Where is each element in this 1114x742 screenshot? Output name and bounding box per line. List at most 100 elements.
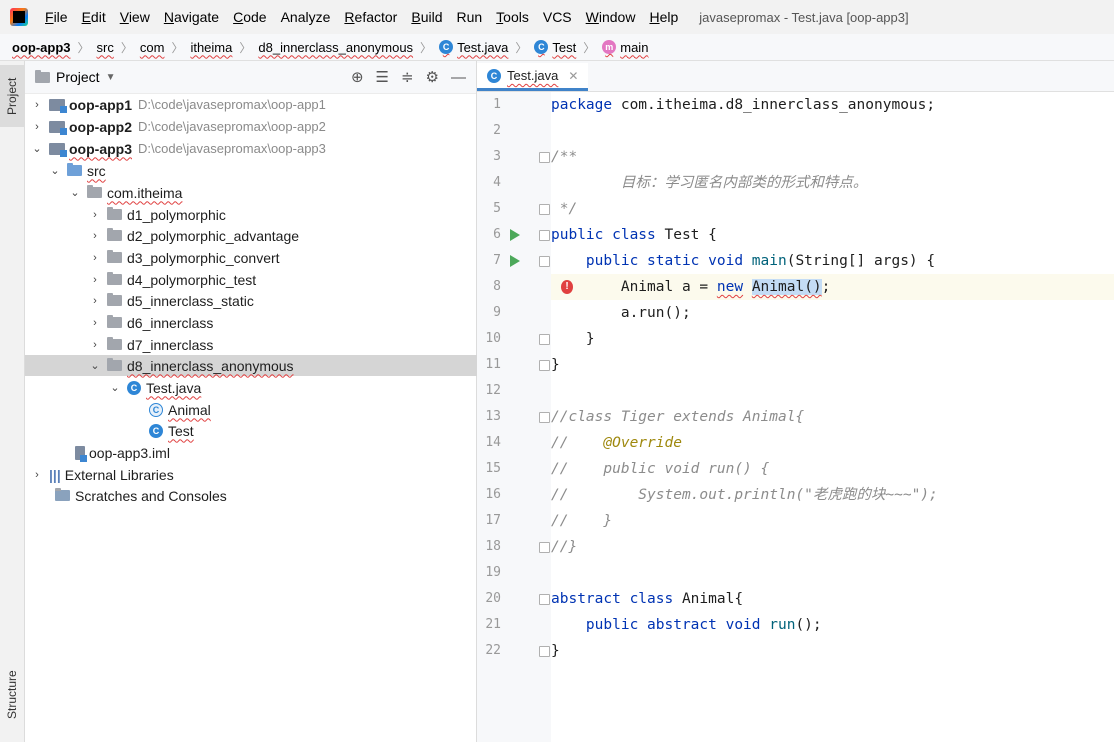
navigation-bar: oop-app3 〉 src 〉 com 〉 itheima 〉 d8_inne… [0,34,1114,61]
minimize-icon[interactable]: — [451,69,466,86]
tree-item-scratches[interactable]: Scratches and Consoles [25,485,500,506]
tree-item-d1[interactable]: › d1_polymorphic [25,204,540,225]
line-number: 15 [485,461,501,476]
tree-item-d8[interactable]: ⌄ d8_innerclass_anonymous [25,355,540,376]
fold-icon[interactable] [539,594,550,605]
chevron-right-icon[interactable]: › [89,230,101,242]
fold-icon[interactable] [539,230,550,241]
tree-item-d6[interactable]: › d6_innerclass [25,312,540,333]
tree-label: d8_innerclass_anonymous [127,357,294,374]
tree-item-d7[interactable]: › d7_innerclass [25,334,540,355]
tree-item-com-itheima[interactable]: ⌄ com.itheima [25,182,520,203]
chevron-down-icon[interactable]: ⌄ [109,381,121,394]
tree-label: Animal [168,401,211,418]
chevron-down-icon[interactable]: ⌄ [89,359,101,372]
crumb-itheima[interactable]: itheima [188,40,234,55]
code-line: } [551,643,560,659]
line-number: 8 [493,279,501,294]
menu-run[interactable]: Run [449,9,489,25]
fold-icon[interactable] [539,334,550,345]
crumb-com[interactable]: com [138,40,167,55]
run-class-icon[interactable] [510,229,520,241]
tab-test-java[interactable]: C Test.java ✕ [477,63,589,91]
crumb-project[interactable]: oop-app3 [0,40,73,55]
menu-file[interactable]: File [38,9,75,25]
fold-icon[interactable] [539,204,550,215]
tree-label: d4_polymorphic_test [127,271,257,288]
chevron-down-icon[interactable]: ⌄ [69,186,81,199]
project-pane: Project ▼ ⊕ ☰ ≑ ⚙ — › oop-app1 D:\code\ja… [25,61,540,742]
chevron-right-icon[interactable]: › [31,121,43,133]
project-tool-tab[interactable]: Project [0,65,24,127]
expand-all-icon[interactable]: ☰ [376,68,389,86]
chevron-right-icon[interactable]: › [89,339,101,351]
chevron-down-icon[interactable]: ⌄ [31,142,43,155]
menu-tools[interactable]: Tools [489,9,536,25]
tab-label: Test.java [507,68,559,83]
chevron-right-icon: 〉 [120,40,133,55]
menu-refactor[interactable]: Refactor [337,9,404,25]
class-icon: C [149,423,163,438]
tree-item-d5[interactable]: › d5_innerclass_static [25,290,540,311]
crumb-file-label: Test.java [457,39,509,55]
tree-item-d4[interactable]: › d4_polymorphic_test [25,269,540,290]
code-area[interactable]: ! package com.itheima.d8_innerclass_anon… [551,92,1114,742]
code-line: public static void main(String[] args) { [551,253,936,269]
chevron-down-icon[interactable]: ⌄ [49,164,61,177]
menu-view[interactable]: View [113,9,157,25]
java-class-file-icon: C [127,380,141,395]
project-view-selector[interactable]: Project ▼ [35,69,115,85]
close-icon[interactable]: ✕ [568,69,578,83]
chevron-right-icon[interactable]: › [89,252,101,264]
structure-tool-tab[interactable]: Structure [0,662,24,728]
module-folder-icon [49,142,67,157]
tree-item-external-libraries[interactable]: › ||| External Libraries [25,464,482,485]
tree-label: Scratches and Consoles [75,487,227,504]
tree-item-oop-app1[interactable]: › oop-app1 D:\code\javasepromax\oop-app1 [25,94,482,115]
crumb-src[interactable]: src [95,40,116,55]
fold-icon[interactable] [539,646,550,657]
menu-help[interactable]: Help [642,9,685,25]
chevron-right-icon[interactable]: › [89,209,101,221]
tree-item-src[interactable]: ⌄ src [25,160,500,181]
chevron-right-icon[interactable]: › [89,317,101,329]
chevron-right-icon[interactable]: › [89,274,101,286]
tree-item-iml[interactable]: oop-app3.iml [25,442,520,463]
tree-item-d3[interactable]: › d3_polymorphic_convert [25,247,540,268]
menu-vcs[interactable]: VCS [536,9,579,25]
source-folder-icon [67,163,82,176]
fold-icon[interactable] [539,152,550,163]
fold-icon[interactable] [539,412,550,423]
menu-build[interactable]: Build [404,9,449,25]
menu-code[interactable]: Code [226,9,273,25]
gear-icon[interactable]: ⚙ [426,68,439,86]
code-line: package com.itheima.d8_innerclass_anonym… [551,97,936,113]
chevron-right-icon[interactable]: › [31,99,43,111]
tree-item-oop-app2[interactable]: › oop-app2 D:\code\javasepromax\oop-app2 [25,116,482,137]
menu-edit[interactable]: Edit [75,9,113,25]
line-number: 4 [493,175,501,190]
menu-navigate[interactable]: Navigate [157,9,226,25]
run-main-icon[interactable] [510,255,520,267]
chevron-right-icon[interactable]: › [31,469,43,481]
package-icon [107,337,122,350]
tree-item-d2[interactable]: › d2_polymorphic_advantage [25,225,540,246]
fold-icon[interactable] [539,256,550,267]
crumb-file[interactable]: C Test.java [437,40,510,55]
crumb-method-label: main [620,39,649,55]
window-title: javasepromax - Test.java [oop-app3] [699,9,909,25]
locate-icon[interactable]: ⊕ [351,68,364,86]
crumb-method[interactable]: m main [600,40,650,55]
crumb-class[interactable]: C Test [532,40,578,55]
menu-analyze[interactable]: Analyze [274,9,338,25]
line-number: 13 [485,409,501,424]
package-icon [107,315,122,328]
fold-icon[interactable] [539,360,550,371]
code-line: */ [551,201,578,217]
collapse-all-icon[interactable]: ≑ [401,68,414,86]
menu-window[interactable]: Window [579,9,643,25]
chevron-right-icon[interactable]: › [89,295,101,307]
crumb-package[interactable]: d8_innerclass_anonymous [256,40,415,55]
tree-item-oop-app3[interactable]: ⌄ oop-app3 D:\code\javasepromax\oop-app3 [25,138,482,159]
fold-icon[interactable] [539,542,550,553]
